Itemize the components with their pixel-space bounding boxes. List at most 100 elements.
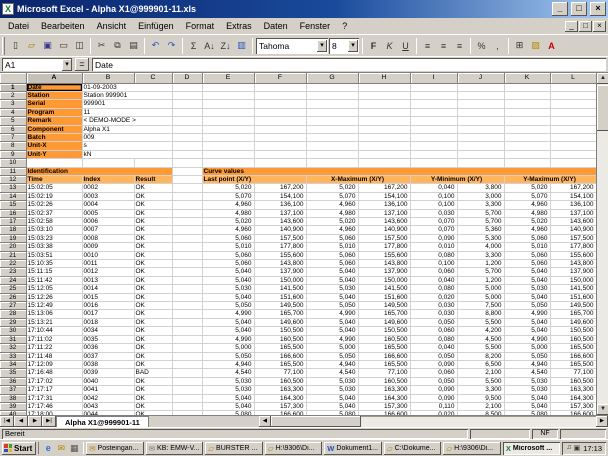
cell-K25[interactable]: 5,030 xyxy=(504,285,550,293)
cell-H33[interactable]: 166,600 xyxy=(358,352,410,360)
row-header-3[interactable]: 3 xyxy=(0,100,26,108)
cell-D33[interactable] xyxy=(172,352,202,360)
cell-I37[interactable]: 0,090 xyxy=(410,386,457,394)
cell-E18[interactable]: 4,960 xyxy=(202,226,254,234)
cell-A9[interactable]: Unit-Y xyxy=(26,150,82,158)
active-sheet-tab[interactable]: Alpha X1@999901-11 xyxy=(56,416,149,427)
menu-ansicht[interactable]: Ansicht xyxy=(91,20,133,32)
cell-B8[interactable]: s xyxy=(82,142,172,150)
cell-C28[interactable]: OK xyxy=(134,310,172,318)
row-header-12[interactable]: 12 xyxy=(0,175,26,183)
cell-B39[interactable]: 0043 xyxy=(82,402,134,410)
cell-C13[interactable]: OK xyxy=(134,184,172,192)
cell-D6[interactable] xyxy=(172,125,202,133)
cell-F14[interactable]: 154,100 xyxy=(254,192,306,200)
row-header-22[interactable]: 22 xyxy=(0,260,26,268)
cell-B6[interactable]: Alpha X1 xyxy=(82,125,172,133)
cell-L5[interactable] xyxy=(550,117,596,125)
cell-L23[interactable]: 137,900 xyxy=(550,268,596,276)
cell-C29[interactable]: OK xyxy=(134,318,172,326)
cell-F28[interactable]: 165,700 xyxy=(254,310,306,318)
cell-I21[interactable]: 0,080 xyxy=(410,251,457,259)
cell-K14[interactable]: 5,070 xyxy=(504,192,550,200)
undo-icon[interactable]: ↶ xyxy=(148,37,163,54)
cell-A36[interactable]: 17:17:02 xyxy=(26,377,82,385)
cell-L32[interactable]: 165,500 xyxy=(550,344,596,352)
cell-I9[interactable] xyxy=(410,150,457,158)
column-header-G[interactable]: G xyxy=(306,73,358,83)
comma-style-icon[interactable]: , xyxy=(490,37,505,54)
menu-format[interactable]: Format xyxy=(180,20,221,32)
cell-G5[interactable] xyxy=(306,117,358,125)
cell-A20[interactable]: 15:03:38 xyxy=(26,243,82,251)
cell-I20[interactable]: 0,010 xyxy=(410,243,457,251)
cell-I38[interactable]: 0,090 xyxy=(410,394,457,402)
cell-A5[interactable]: Remark xyxy=(26,117,82,125)
cell-D25[interactable] xyxy=(172,285,202,293)
row-header-29[interactable]: 29 xyxy=(0,318,26,326)
cell-F26[interactable]: 151,600 xyxy=(254,293,306,301)
cell-G31[interactable]: 4,990 xyxy=(306,335,358,343)
cell-C12[interactable]: Result xyxy=(134,175,172,183)
cell-J28[interactable]: 8,800 xyxy=(457,310,504,318)
column-header-D[interactable]: D xyxy=(172,73,202,83)
scroll-up-icon[interactable]: ▲ xyxy=(597,73,608,84)
cell-G14[interactable]: 5,070 xyxy=(306,192,358,200)
cell-E28[interactable]: 4,990 xyxy=(202,310,254,318)
cell-F32[interactable]: 165,500 xyxy=(254,344,306,352)
cell-H31[interactable]: 160,500 xyxy=(358,335,410,343)
cell-F15[interactable]: 136,100 xyxy=(254,201,306,209)
row-header-15[interactable]: 15 xyxy=(0,201,26,209)
cell-H8[interactable] xyxy=(358,142,410,150)
volume-icon[interactable]: ♫ xyxy=(566,444,571,452)
cell-G12[interactable]: X-Maximum (X/Y) xyxy=(306,175,410,183)
cell-C35[interactable]: BAD xyxy=(134,369,172,377)
cell-E15[interactable]: 4,960 xyxy=(202,201,254,209)
font-size-select[interactable]: 8▾ xyxy=(329,38,359,54)
cell-B37[interactable]: 0041 xyxy=(82,386,134,394)
italic-button[interactable]: K xyxy=(382,37,397,54)
cell-C19[interactable]: OK xyxy=(134,234,172,242)
cell-G33[interactable]: 5,050 xyxy=(306,352,358,360)
cell-G10[interactable] xyxy=(306,159,358,167)
row-header-26[interactable]: 26 xyxy=(0,293,26,301)
row-header-30[interactable]: 30 xyxy=(0,327,26,335)
cell-G21[interactable]: 5,060 xyxy=(306,251,358,259)
cell-D22[interactable] xyxy=(172,260,202,268)
row-header-25[interactable]: 25 xyxy=(0,285,26,293)
cell-H28[interactable]: 165,700 xyxy=(358,310,410,318)
cell-C25[interactable]: OK xyxy=(134,285,172,293)
cell-H7[interactable] xyxy=(358,133,410,141)
row-header-1[interactable]: 1 xyxy=(0,83,26,91)
cell-B18[interactable]: 0007 xyxy=(82,226,134,234)
cell-F1[interactable] xyxy=(254,83,306,91)
cell-E25[interactable]: 5,030 xyxy=(202,285,254,293)
cell-E29[interactable]: 5,040 xyxy=(202,318,254,326)
cell-L20[interactable]: 177,800 xyxy=(550,243,596,251)
cell-H14[interactable]: 154,100 xyxy=(358,192,410,200)
align-left-icon[interactable]: ≡ xyxy=(420,37,435,54)
cell-J39[interactable]: 2,100 xyxy=(457,402,504,410)
column-header-K[interactable]: K xyxy=(504,73,550,83)
cell-J10[interactable] xyxy=(457,159,504,167)
cell-F17[interactable]: 143,600 xyxy=(254,218,306,226)
cell-I6[interactable] xyxy=(410,125,457,133)
row-header-36[interactable]: 36 xyxy=(0,377,26,385)
cell-I18[interactable]: 0,070 xyxy=(410,226,457,234)
column-header-L[interactable]: L xyxy=(550,73,596,83)
cell-A29[interactable]: 15:13:21 xyxy=(26,318,82,326)
sort-descending-icon[interactable]: Z↓ xyxy=(218,37,233,54)
cell-D37[interactable] xyxy=(172,386,202,394)
cell-J19[interactable]: 5,300 xyxy=(457,234,504,242)
cell-K30[interactable]: 5,040 xyxy=(504,327,550,335)
cell-A2[interactable]: Station xyxy=(26,91,82,99)
row-header-14[interactable]: 14 xyxy=(0,192,26,200)
column-header-C[interactable]: C xyxy=(134,73,172,83)
cell-E34[interactable]: 4,940 xyxy=(202,360,254,368)
paste-icon[interactable]: ▤ xyxy=(126,37,141,54)
cell-G13[interactable]: 5,020 xyxy=(306,184,358,192)
cell-F33[interactable]: 166,600 xyxy=(254,352,306,360)
menu-daten[interactable]: Daten xyxy=(258,20,294,32)
cell-I32[interactable]: 0,040 xyxy=(410,344,457,352)
cell-F20[interactable]: 177,800 xyxy=(254,243,306,251)
